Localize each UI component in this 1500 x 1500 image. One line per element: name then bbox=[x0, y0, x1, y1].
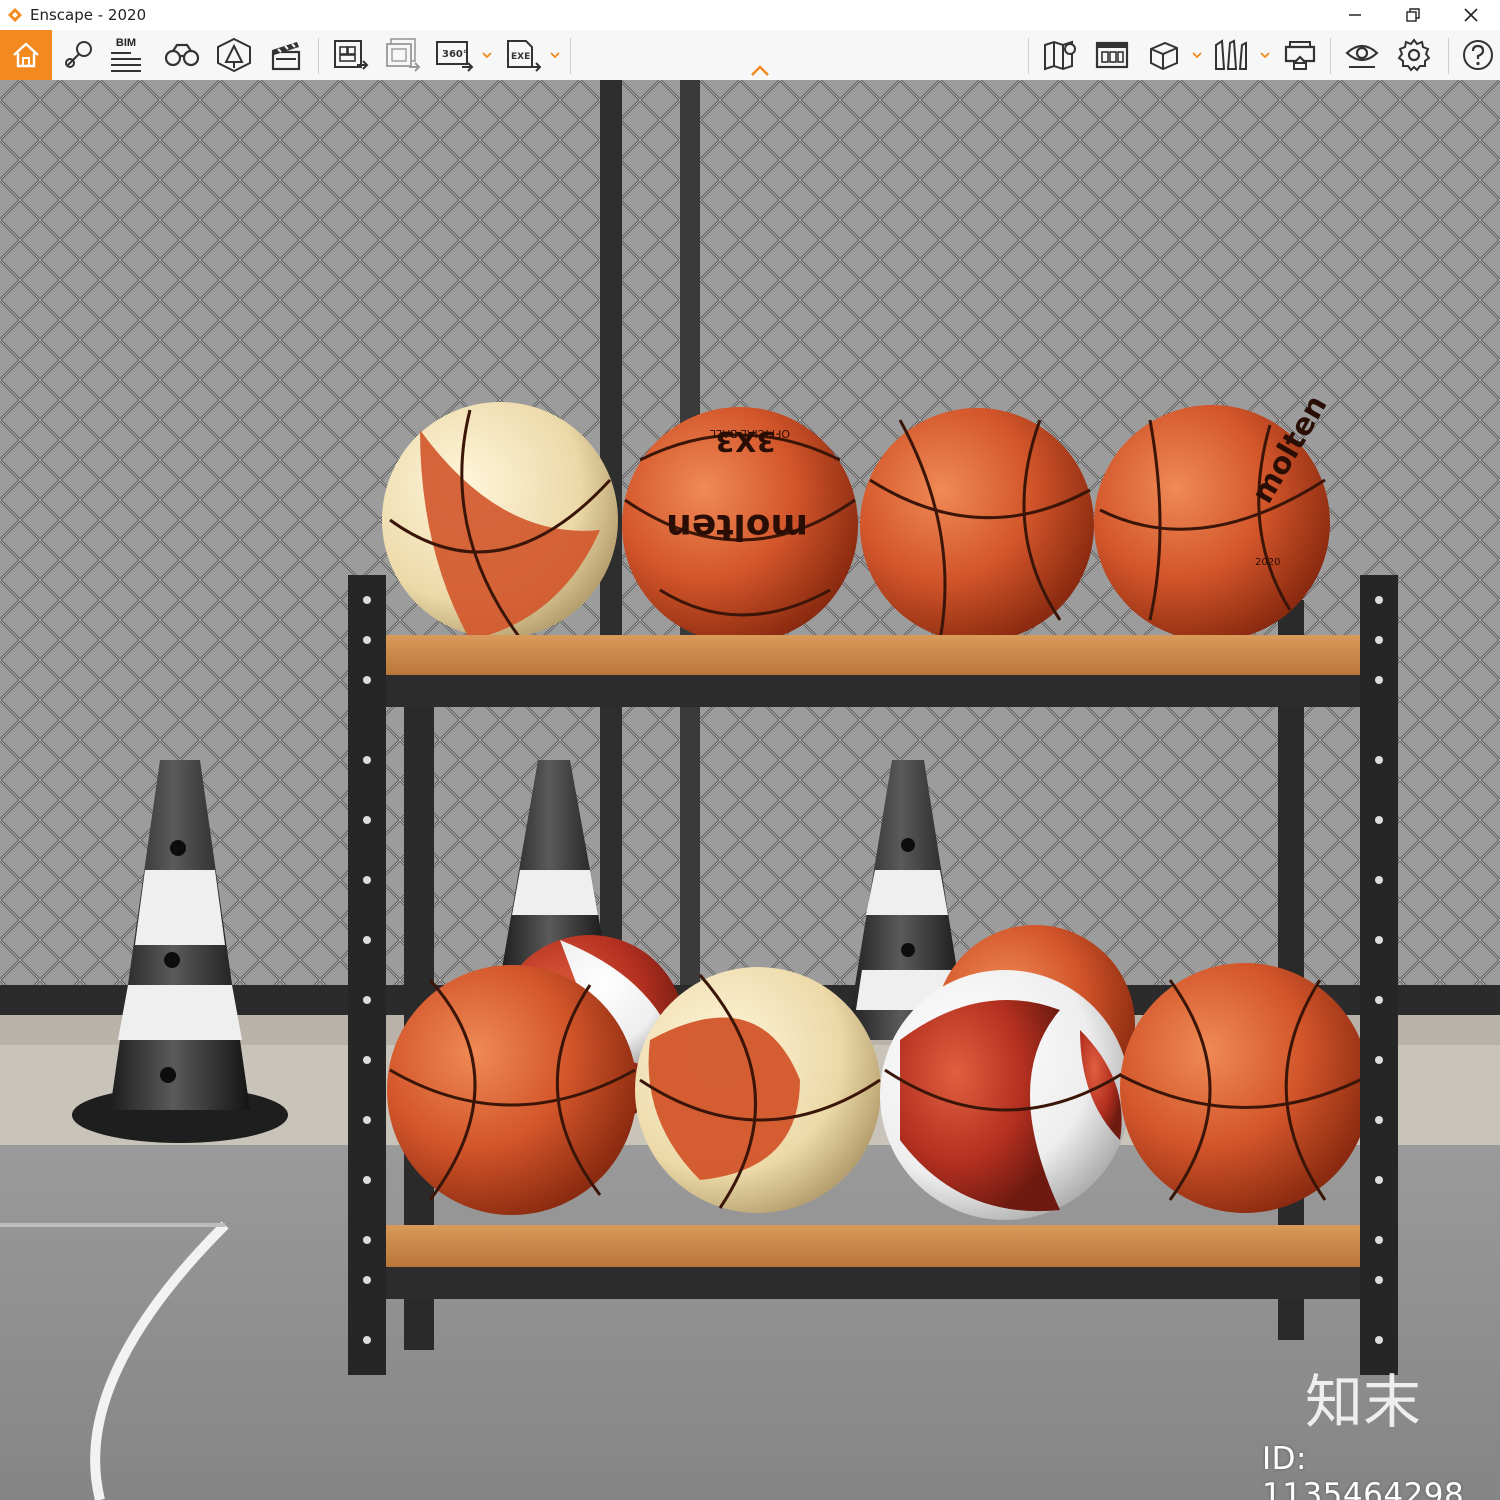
pin-icon bbox=[65, 41, 92, 68]
shelf-post bbox=[1360, 575, 1398, 1375]
chevron-down-icon[interactable] bbox=[1260, 51, 1270, 59]
gear-icon bbox=[1397, 38, 1431, 72]
asset-library-icon bbox=[217, 37, 251, 73]
batch-render-icon bbox=[386, 38, 421, 72]
chevron-down-icon[interactable] bbox=[550, 51, 560, 59]
close-button[interactable] bbox=[1442, 0, 1500, 30]
badge-exe-label: EXE bbox=[511, 52, 530, 62]
batch-render-button[interactable] bbox=[380, 34, 424, 76]
collapse-toolbar-icon[interactable] bbox=[750, 64, 770, 78]
ball-text-2020: 2020 bbox=[1255, 557, 1280, 568]
perspective-button[interactable] bbox=[1208, 34, 1252, 76]
map-button[interactable] bbox=[1038, 34, 1082, 76]
location-pin-button[interactable] bbox=[56, 34, 100, 76]
watermark-brand-logo: 知末 bbox=[1305, 1368, 1421, 1432]
bim-button[interactable]: BIM bbox=[104, 34, 148, 76]
shelf-board bbox=[386, 1225, 1361, 1267]
restore-icon bbox=[1406, 8, 1420, 22]
chevron-down-icon[interactable] bbox=[1192, 51, 1202, 59]
render-viewport[interactable]: 3X3 molten OFFICIAL BALL molten 2020 知末 … bbox=[0, 80, 1500, 1500]
timeline-button[interactable] bbox=[1090, 34, 1134, 76]
toolbar-separator bbox=[570, 38, 571, 74]
eye-icon bbox=[1345, 44, 1379, 68]
asset-library-button[interactable] bbox=[212, 34, 256, 76]
visual-settings-button[interactable] bbox=[1340, 34, 1384, 76]
settings-button[interactable] bbox=[1392, 34, 1436, 76]
basketball: 3X3 molten OFFICIAL BALL bbox=[622, 407, 858, 643]
watermark-brand-text: 知末 bbox=[1305, 1368, 1421, 1432]
chevron-down-icon[interactable] bbox=[482, 51, 492, 59]
map-icon bbox=[1044, 40, 1076, 71]
toolbar-separator bbox=[1448, 38, 1449, 74]
shelf-board bbox=[386, 635, 1361, 677]
shelf-post bbox=[348, 575, 386, 1375]
minimize-icon bbox=[1349, 14, 1361, 16]
minimize-button[interactable] bbox=[1326, 0, 1384, 30]
toolbar-separator bbox=[1028, 38, 1029, 74]
basketball bbox=[635, 967, 881, 1213]
scene-render-image: 3X3 molten OFFICIAL BALL molten 2020 bbox=[0, 80, 1500, 1500]
exe-export-icon: EXE bbox=[507, 40, 542, 72]
title-bar: Enscape - 2020 bbox=[0, 0, 1500, 30]
perspective-icon bbox=[1215, 39, 1247, 70]
vr-headset-button[interactable] bbox=[1278, 34, 1322, 76]
toolbar-separator bbox=[318, 38, 319, 74]
exe-export-button[interactable]: EXE bbox=[500, 34, 544, 76]
help-icon bbox=[1463, 40, 1493, 70]
timeline-icon bbox=[1095, 41, 1129, 69]
window-title: Enscape - 2020 bbox=[30, 6, 147, 24]
box-view-icon bbox=[1150, 41, 1178, 71]
binoculars-button[interactable] bbox=[160, 34, 204, 76]
basketball bbox=[387, 965, 637, 1215]
enscape-logo-icon bbox=[8, 8, 22, 22]
bim-icon bbox=[111, 52, 141, 72]
panorama-360-button[interactable]: 360° bbox=[432, 34, 476, 76]
badge-360-label: 360° bbox=[442, 49, 468, 60]
render-export-icon bbox=[334, 40, 369, 70]
close-icon bbox=[1464, 8, 1478, 22]
box-view-button[interactable] bbox=[1142, 34, 1186, 76]
basketball bbox=[880, 970, 1130, 1220]
basketball bbox=[860, 408, 1094, 642]
basketball bbox=[1119, 963, 1371, 1213]
bim-label: BIM bbox=[115, 37, 137, 49]
shelf-beam bbox=[386, 675, 1361, 707]
ball-text-official: OFFICIAL BALL bbox=[709, 427, 790, 440]
shelf-beam bbox=[386, 1267, 1361, 1299]
home-icon bbox=[13, 42, 39, 68]
help-button[interactable] bbox=[1456, 34, 1500, 76]
video-editor-button[interactable] bbox=[264, 34, 308, 76]
ball-text-molten: molten bbox=[666, 506, 808, 547]
vr-headset-icon bbox=[1284, 41, 1316, 70]
binoculars-icon bbox=[164, 43, 200, 67]
toolbar-separator bbox=[1330, 38, 1331, 74]
restore-button[interactable] bbox=[1384, 0, 1442, 30]
render-export-button[interactable] bbox=[328, 34, 372, 76]
panorama-360-icon: 360° bbox=[436, 41, 474, 72]
clapperboard-icon bbox=[271, 42, 301, 71]
home-button[interactable] bbox=[0, 30, 52, 80]
watermark-id: ID: 1135464298 bbox=[1262, 1441, 1465, 1500]
